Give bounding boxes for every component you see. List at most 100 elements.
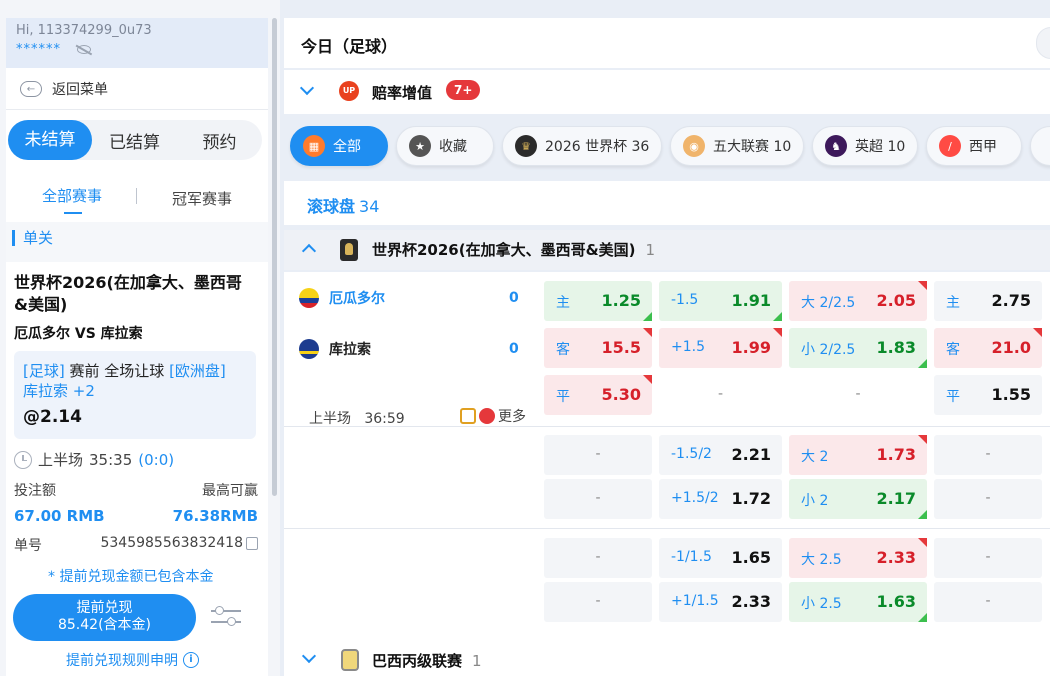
odds-cell[interactable]: -1.5 1.91 [659,281,782,321]
odds-cell-empty: - [934,435,1042,475]
premier-league-icon: ♞ [825,135,847,157]
odds-key: 大 2 [801,449,829,465]
odds-boost-label: 赔率增值 [372,84,433,102]
tab-unsettled[interactable]: 未结算 [8,120,92,160]
panel-scrollbar[interactable] [272,18,277,496]
odds-cell[interactable]: +1.5 1.99 [659,328,782,368]
odds-cell[interactable]: 大 2/2.5 2.05 [789,281,927,321]
cashout-button[interactable]: 提前兑现 85.42(含本金) [13,594,196,641]
copy-icon[interactable] [246,536,258,550]
odds-key: -1.5 [671,292,699,308]
stake-values: 67.00 RMB 76.38RMB [14,507,258,525]
filter-laliga-label: 西甲 [969,139,997,155]
odds-key: 客 [946,342,960,358]
more-markets-button[interactable]: 更多 [460,406,526,426]
league-filter-bar: ▦ 全部 ★ 收藏 ♛ 2026 世界杯 36 ◉ 五大联赛 10 ♞ 英超 1… [284,126,1050,178]
filter-favorites[interactable]: ★ 收藏 [396,126,494,166]
back-arrow-icon: ← [20,81,42,97]
subtab-outright-events[interactable]: 冠军赛事 [172,188,232,209]
odds-empty: - [855,386,861,402]
odds-cell[interactable]: 小 2.5 1.63 [789,582,927,622]
league-header-world-cup[interactable]: 世界杯2026(在加拿大、墨西哥&美国) 1 [284,230,1050,270]
odds-cell[interactable]: 平 1.55 [934,375,1042,415]
odds-key: 大 2.5 [801,552,842,568]
tab-reserved[interactable]: 预约 [177,128,262,153]
odds-cell[interactable]: 小 2/2.5 1.83 [789,328,927,368]
chevron-down-icon[interactable] [301,648,317,664]
subtab-separator [136,188,137,204]
info-icon: i [183,652,199,668]
odds-down-icon [643,328,652,337]
account-box: Hi, 113374299_0u73 ****** [6,18,268,68]
odds-value: 2.33 [731,592,771,611]
back-to-menu-button[interactable]: ← 返回菜单 [20,79,108,99]
filter-five-leagues[interactable]: ◉ 五大联赛 10 [670,126,804,166]
world-cup-icon [340,239,358,261]
league-header-brazil-serie-c[interactable]: 巴西丙级联赛 1 [284,640,1050,676]
odds-cell[interactable]: +1.5/2 1.72 [659,479,782,519]
stats-icon[interactable] [460,408,476,424]
bet-period: 上半场 [38,451,84,469]
odds-cell[interactable]: 主 1.25 [544,281,652,321]
away-team[interactable]: 库拉索 0 [299,339,519,359]
bet-type-label: 单关 [12,230,53,246]
odds-key: 小 2/2.5 [801,342,856,358]
odds-cell[interactable]: 主 2.75 [934,281,1042,321]
league-count: 1 [472,652,482,670]
filter-more[interactable] [1030,126,1050,166]
odds-empty: - [595,446,601,462]
odds-cell[interactable]: -1.5/2 2.21 [659,435,782,475]
home-team[interactable]: 厄瓜多尔 0 [299,288,519,308]
header-search-pill[interactable] [1036,27,1050,59]
filter-world-cup-label: 2026 世界杯 36 [545,139,650,155]
cashout-amount: 85.42(含本金) [57,617,151,633]
odds-key: 平 [946,389,960,405]
odds-key: 客 [556,342,570,358]
page-header: 今日（足球） [284,18,1050,68]
odds-empty: - [985,593,991,609]
odds-cell[interactable]: -1/1.5 1.65 [659,538,782,578]
odds-cell[interactable]: 客 21.0 [934,328,1042,368]
filter-five-leagues-label: 五大联赛 10 [713,139,792,155]
home-score: 0 [509,290,519,306]
odds-key: 大 2/2.5 [801,295,856,311]
five-leagues-icon: ◉ [683,135,705,157]
bet-time: 35:35 [89,450,133,469]
live-label: 滚球盘 [307,197,356,216]
bet-match: 厄瓜多尔 VS 库拉索 [14,326,143,342]
tab-settled[interactable]: 已结算 [92,128,177,153]
odds-key: 主 [946,295,960,311]
odds-value: 1.55 [991,385,1031,404]
odds-down-icon [773,328,782,337]
cashout-rules-link[interactable]: 提前兑现规则申明 i [66,650,199,670]
odds-boost-bar[interactable]: 赔率增值 7+ [284,70,1050,114]
odds-cell[interactable]: 大 2 1.73 [789,435,927,475]
chevron-up-icon[interactable] [301,243,317,259]
filter-premier-league-label: 英超 10 [855,139,906,155]
cashout-settings-icon[interactable] [211,604,241,628]
greeting: Hi, 113374299_0u73 [16,23,152,38]
subtab-all-events[interactable]: 全部赛事 [42,185,102,214]
odds-cell-empty: - [544,538,652,578]
bet-selection-box: [足球] 赛前 全场让球 [欧洲盘] 库拉索 +2 @2.14 [14,351,256,439]
odds-cell[interactable]: 平 5.30 [544,375,652,415]
odds-down-icon [918,281,927,290]
filter-laliga[interactable]: / 西甲 [926,126,1022,166]
chevron-down-icon[interactable] [299,80,315,96]
odds-cell[interactable]: 客 15.5 [544,328,652,368]
live-section-bar[interactable]: 滚球盘 34 [284,181,1050,225]
odds-cell[interactable]: 小 2 2.17 [789,479,927,519]
odds-cell[interactable]: 大 2.5 2.33 [789,538,927,578]
match-card: 厄瓜多尔 0 库拉索 0 上半场 36:59 更多 主 1.25 -1.5 1.91… [284,272,1050,658]
max-win-value: 76.38RMB [172,507,258,525]
odds-down-icon [1033,328,1042,337]
filter-world-cup[interactable]: ♛ 2026 世界杯 36 [502,126,662,166]
odds-up-icon [918,510,927,519]
filter-all[interactable]: ▦ 全部 [290,126,388,166]
bet-odds: @2.14 [23,407,82,427]
odds-cell[interactable]: +1/1.5 2.33 [659,582,782,622]
bet-league: 世界杯2026(在加拿大、墨西哥&美国) [14,273,242,314]
live-stream-icon[interactable] [479,408,495,424]
hide-eye-icon[interactable] [77,45,91,54]
filter-premier-league[interactable]: ♞ 英超 10 [812,126,918,166]
